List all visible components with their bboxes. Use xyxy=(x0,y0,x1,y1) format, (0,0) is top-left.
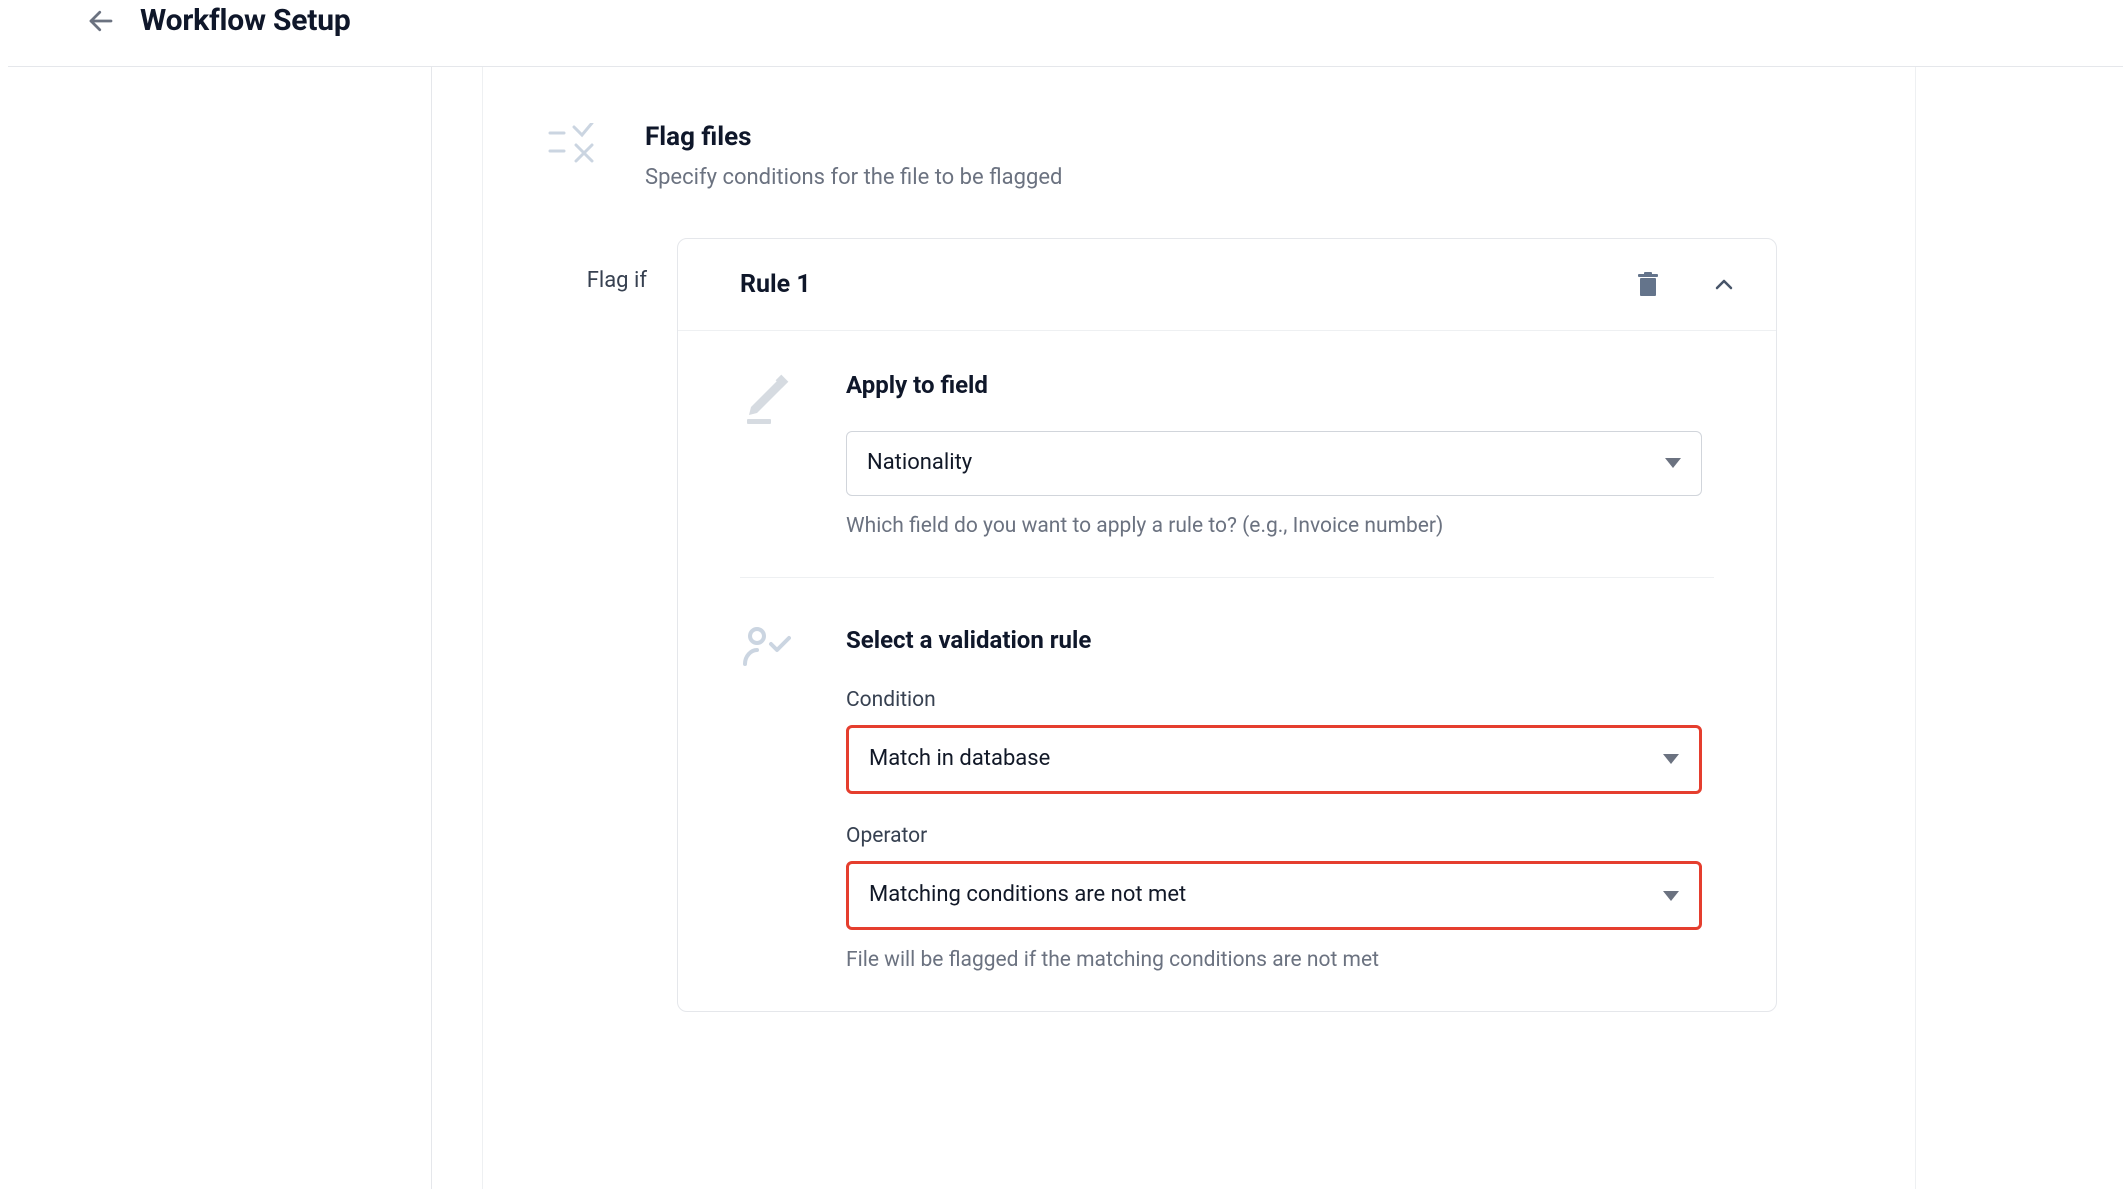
section-title: Flag files xyxy=(645,119,1062,155)
collapse-rule-button[interactable] xyxy=(1712,273,1736,297)
delete-rule-button[interactable] xyxy=(1636,272,1660,298)
flag-if-label: Flag if xyxy=(577,238,647,297)
condition-label: Condition xyxy=(846,686,1714,715)
caret-down-icon xyxy=(1665,458,1681,468)
operator-label: Operator xyxy=(846,822,1714,851)
page-title: Workflow Setup xyxy=(140,0,351,42)
condition-value: Match in database xyxy=(869,744,1050,775)
apply-field-helper: Which field do you want to apply a rule … xyxy=(846,512,1702,541)
flag-files-icon xyxy=(547,119,597,163)
operator-helper: File will be flagged if the matching con… xyxy=(846,946,1702,975)
back-arrow-button[interactable] xyxy=(86,6,116,36)
caret-down-icon xyxy=(1663,754,1679,764)
trash-icon xyxy=(1636,272,1660,298)
rule-title: Rule 1 xyxy=(740,267,811,302)
operator-select[interactable]: Matching conditions are not met xyxy=(846,861,1702,930)
apply-field-select[interactable]: Nationality xyxy=(846,431,1702,496)
person-check-icon xyxy=(740,624,794,666)
apply-field-value: Nationality xyxy=(867,448,972,479)
rule-card: Rule 1 xyxy=(677,238,1777,1012)
apply-field-heading: Apply to field xyxy=(846,369,1714,403)
edit-icon xyxy=(740,369,794,425)
chevron-up-icon xyxy=(1712,273,1736,297)
content-panel: Flag files Specify conditions for the fi… xyxy=(482,67,1916,1189)
operator-value: Matching conditions are not met xyxy=(869,880,1186,911)
validation-heading: Select a validation rule xyxy=(846,624,1714,658)
condition-select[interactable]: Match in database xyxy=(846,725,1702,794)
section-description: Specify conditions for the file to be fl… xyxy=(645,163,1062,194)
caret-down-icon xyxy=(1663,891,1679,901)
left-sidebar xyxy=(0,67,432,1189)
arrow-left-icon xyxy=(86,6,116,36)
